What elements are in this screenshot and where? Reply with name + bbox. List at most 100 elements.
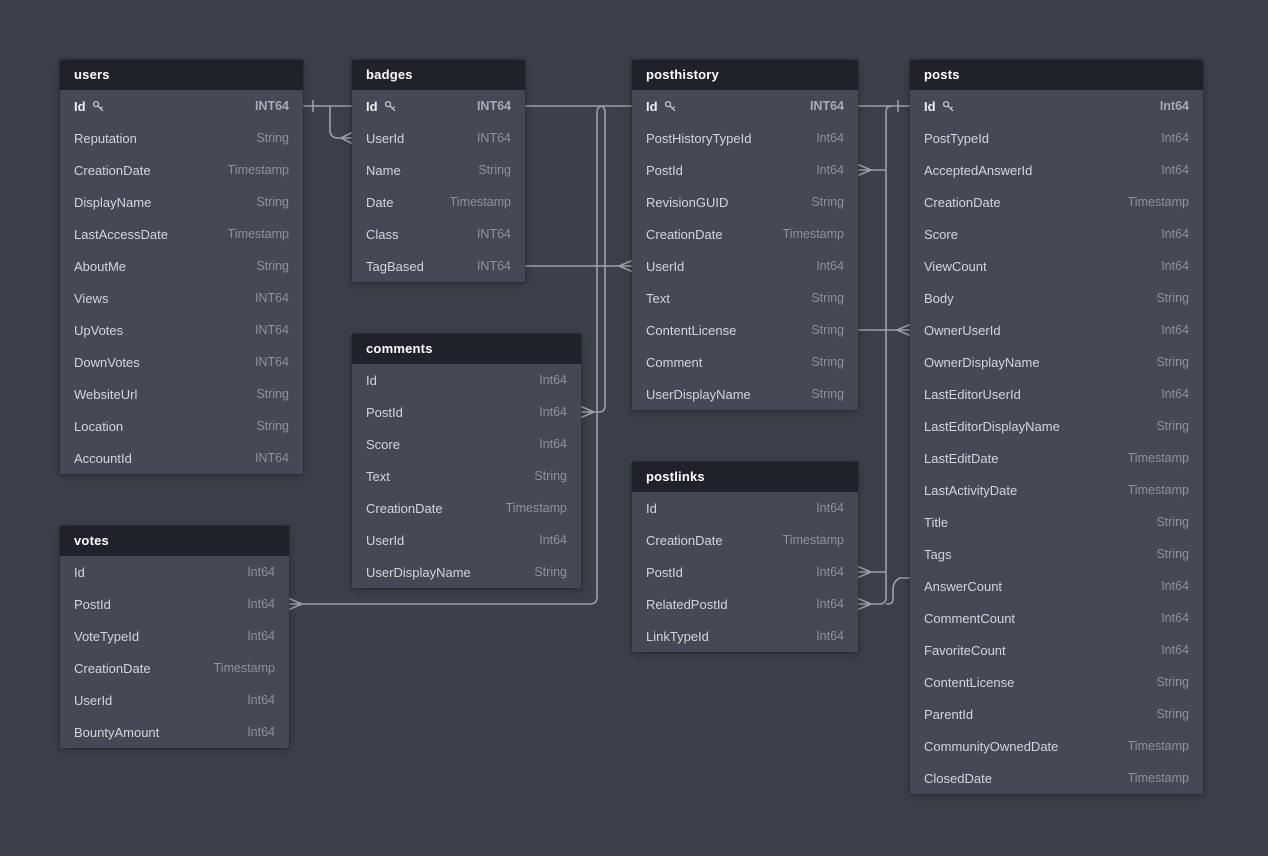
- table-posthistory[interactable]: posthistory IdINT64PostHistoryTypeIdInt64…: [632, 60, 858, 410]
- field-row-posts-lasteditdate[interactable]: LastEditDateTimestamp: [910, 442, 1203, 474]
- field-row-votes-votetypeid[interactable]: VoteTypeIdInt64: [60, 620, 289, 652]
- field-row-postlinks-id[interactable]: IdInt64: [632, 492, 858, 524]
- relationship-edge: [330, 106, 352, 144]
- field-row-votes-bountyamount[interactable]: BountyAmountInt64: [60, 716, 289, 748]
- field-row-posts-title[interactable]: TitleString: [910, 506, 1203, 538]
- field-type: String: [811, 195, 844, 209]
- table-posts[interactable]: postsIdInt64PostTypeIdInt64AcceptedAnswe…: [910, 60, 1203, 794]
- field-type: INT64: [477, 227, 511, 241]
- field-row-posts-score[interactable]: ScoreInt64: [910, 218, 1203, 250]
- field-row-users-lastaccessdate[interactable]: LastAccessDateTimestamp: [60, 218, 303, 250]
- field-type: INT64: [477, 131, 511, 145]
- field-row-postlinks-postid[interactable]: PostIdInt64: [632, 556, 858, 588]
- field-row-users-location[interactable]: LocationString: [60, 410, 303, 442]
- field-row-comments-userid[interactable]: UserIdInt64: [352, 524, 581, 556]
- table-postlinks[interactable]: postlinksIdInt64 CreationDate Timestamp Pos…: [632, 462, 858, 652]
- field-row-posthistory-text[interactable]: TextString: [632, 282, 858, 314]
- field-row-comments-text[interactable]: TextString: [352, 460, 581, 492]
- field-type: String: [256, 259, 289, 273]
- table-header-users[interactable]: users: [60, 60, 303, 90]
- field-row-posts-lasteditordisplayname[interactable]: LastEditorDisplayNameString: [910, 410, 1203, 442]
- field-row-posts-acceptedanswerid[interactable]: AcceptedAnswerIdInt64: [910, 154, 1203, 186]
- field-row-posts-lastactivitydate[interactable]: LastActivityDateTimestamp: [910, 474, 1203, 506]
- field-row-posts-body[interactable]: BodyString: [910, 282, 1203, 314]
- field-row-users-displayname[interactable]: DisplayNameString: [60, 186, 303, 218]
- field-row-users-views[interactable]: ViewsINT64: [60, 282, 303, 314]
- field-row-users-downvotes[interactable]: DownVotesINT64: [60, 346, 303, 378]
- field-row-comments-postid[interactable]: PostIdInt64: [352, 396, 581, 428]
- table-header-comments[interactable]: comments: [352, 334, 581, 364]
- field-name: CreationDate: [74, 163, 151, 178]
- field-row-posts-parentid[interactable]: ParentIdString: [910, 698, 1203, 730]
- field-row-posts-tags[interactable]: TagsString: [910, 538, 1203, 570]
- field-row-posts-contentlicense[interactable]: ContentLicenseString: [910, 666, 1203, 698]
- field-row-posts-commentcount[interactable]: CommentCountInt64: [910, 602, 1203, 634]
- table-header-badges[interactable]: badges: [352, 60, 525, 90]
- field-row-posthistory-posthistorytypeid[interactable]: PostHistoryTypeIdInt64: [632, 122, 858, 154]
- field-name: Body: [924, 291, 954, 306]
- field-row-users-upvotes[interactable]: UpVotesINT64: [60, 314, 303, 346]
- field-row-users-reputation[interactable]: ReputationString: [60, 122, 303, 154]
- field-row-votes-id[interactable]: IdInt64: [60, 556, 289, 588]
- field-row-posts-id[interactable]: IdInt64: [910, 90, 1203, 122]
- field-row-posts-creationdate[interactable]: CreationDateTimestamp: [910, 186, 1203, 218]
- field-row-badges-tagbased[interactable]: TagBasedINT64: [352, 250, 525, 282]
- field-name: CreationDate: [646, 533, 723, 548]
- field-type: String: [1156, 707, 1189, 721]
- er-diagram-canvas[interactable]: usersIdINT64ReputationStringCreationDate…: [0, 0, 1268, 856]
- field-row-comments-id[interactable]: IdInt64: [352, 364, 581, 396]
- field-row-users-aboutme[interactable]: AboutMeString: [60, 250, 303, 282]
- field-row-badges-date[interactable]: DateTimestamp: [352, 186, 525, 218]
- table-header-posthistory[interactable]: posthistory: [632, 60, 858, 90]
- field-row-posthistory-revisionguid[interactable]: RevisionGUIDString: [632, 186, 858, 218]
- field-row-postlinks-linktypeid[interactable]: LinkTypeIdInt64: [632, 620, 858, 652]
- field-type: Int64: [247, 693, 275, 707]
- field-type: Int64: [816, 131, 844, 145]
- field-row-users-creationdate[interactable]: CreationDateTimestamp: [60, 154, 303, 186]
- field-name: Comment: [646, 355, 702, 370]
- table-title: posthistory: [646, 67, 719, 82]
- table-users[interactable]: usersIdINT64ReputationStringCreationDate…: [60, 60, 303, 474]
- table-header-postlinks[interactable]: postlinks: [632, 462, 858, 492]
- field-row-users-id[interactable]: IdINT64: [60, 90, 303, 122]
- field-row-posts-communityowneddate[interactable]: CommunityOwnedDateTimestamp: [910, 730, 1203, 762]
- primary-key-icon: [664, 100, 677, 113]
- table-badges[interactable]: badgesIdINT64UserIdINT64NameStringDateTi…: [352, 60, 525, 282]
- field-row-posthistory-userdisplayname[interactable]: UserDisplayNameString: [632, 378, 858, 410]
- field-row-votes-creationdate[interactable]: CreationDateTimestamp: [60, 652, 289, 684]
- table-comments[interactable]: commentsIdInt64PostIdInt64ScoreInt64Text…: [352, 334, 581, 588]
- field-row-badges-name[interactable]: NameString: [352, 154, 525, 186]
- field-type: Timestamp: [783, 533, 844, 547]
- table-votes[interactable]: votesIdInt64PostIdInt64VoteTypeIdInt64Cr…: [60, 526, 289, 748]
- field-row-posthistory-comment[interactable]: CommentString: [632, 346, 858, 378]
- field-row-posthistory-contentlicense[interactable]: ContentLicenseString: [632, 314, 858, 346]
- field-row-users-accountid[interactable]: AccountIdINT64: [60, 442, 303, 474]
- field-row-badges-userid[interactable]: UserIdINT64: [352, 122, 525, 154]
- field-row-votes-postid[interactable]: PostIdInt64: [60, 588, 289, 620]
- table-header-posts[interactable]: posts: [910, 60, 1203, 90]
- field-row-posts-closeddate[interactable]: ClosedDateTimestamp: [910, 762, 1203, 794]
- field-row-postlinks-creationdate[interactable]: CreationDate Timestamp: [632, 524, 858, 556]
- field-row-posts-owneruserid[interactable]: OwnerUserIdInt64: [910, 314, 1203, 346]
- field-row-posts-ownerdisplayname[interactable]: OwnerDisplayNameString: [910, 346, 1203, 378]
- field-row-postlinks-relatedpostid[interactable]: RelatedPostIdInt64: [632, 588, 858, 620]
- field-row-posthistory-postid[interactable]: PostIdInt64: [632, 154, 858, 186]
- table-header-votes[interactable]: votes: [60, 526, 289, 556]
- field-row-posts-favoritecount[interactable]: FavoriteCountInt64: [910, 634, 1203, 666]
- field-row-posthistory-creationdate[interactable]: CreationDateTimestamp: [632, 218, 858, 250]
- field-row-comments-userdisplayname[interactable]: UserDisplayNameString: [352, 556, 581, 588]
- field-row-votes-userid[interactable]: UserIdInt64: [60, 684, 289, 716]
- field-row-users-websiteurl[interactable]: WebsiteUrlString: [60, 378, 303, 410]
- field-row-posthistory-userid[interactable]: UserIdInt64: [632, 250, 858, 282]
- field-row-posts-viewcount[interactable]: ViewCountInt64: [910, 250, 1203, 282]
- field-row-badges-class[interactable]: ClassINT64: [352, 218, 525, 250]
- field-type: Timestamp: [450, 195, 511, 209]
- field-row-posthistory-id[interactable]: IdINT64: [632, 90, 858, 122]
- field-row-badges-id[interactable]: IdINT64: [352, 90, 525, 122]
- field-type: Int64: [816, 565, 844, 579]
- field-row-posts-answercount[interactable]: AnswerCountInt64: [910, 570, 1203, 602]
- field-row-comments-score[interactable]: ScoreInt64: [352, 428, 581, 460]
- field-row-posts-posttypeid[interactable]: PostTypeIdInt64: [910, 122, 1203, 154]
- field-row-comments-creationdate[interactable]: CreationDateTimestamp: [352, 492, 581, 524]
- field-row-posts-lasteditoruserid[interactable]: LastEditorUserIdInt64: [910, 378, 1203, 410]
